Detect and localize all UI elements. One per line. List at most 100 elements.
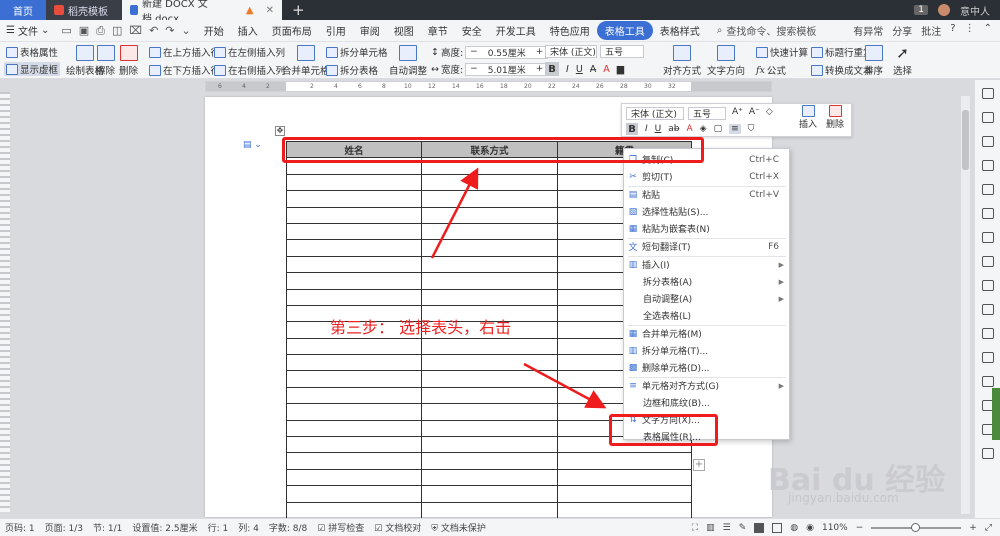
image-icon[interactable] xyxy=(982,376,994,387)
globe-icon[interactable]: ◍ xyxy=(790,523,798,533)
focus-mode-icon[interactable]: ⛶ xyxy=(692,523,698,533)
font-color-icon[interactable]: A xyxy=(603,64,610,75)
table-cell[interactable] xyxy=(421,485,558,503)
menu-table-style[interactable]: 表格样式 xyxy=(653,23,707,38)
table-cell[interactable] xyxy=(286,288,422,306)
menu-table-tools[interactable]: 表格工具 xyxy=(596,21,653,40)
outline-view-icon[interactable] xyxy=(772,522,783,533)
table-cell[interactable] xyxy=(421,436,558,454)
grow-font-icon[interactable]: A⁺ xyxy=(732,107,743,117)
edit-icon[interactable] xyxy=(982,88,994,99)
split-cells-button[interactable]: 拆分单元格 xyxy=(326,45,388,59)
mini-bold-button[interactable]: B xyxy=(626,123,638,135)
context-menu-item[interactable]: 边框和底纹(B)... xyxy=(624,394,789,411)
table-cell[interactable] xyxy=(286,468,422,487)
page-view-icon[interactable] xyxy=(754,522,765,533)
menu-special[interactable]: 特色应用 xyxy=(543,23,597,38)
table-cell[interactable] xyxy=(557,468,692,487)
table-cell[interactable] xyxy=(286,354,422,372)
read-mode-icon[interactable]: ▥ xyxy=(706,523,715,533)
settings-icon[interactable] xyxy=(982,328,994,339)
height-input[interactable]: − 0.55厘米 + xyxy=(465,45,549,59)
sort-button[interactable]: 排序 xyxy=(864,45,883,77)
mini-border-icon[interactable]: ▢ xyxy=(714,124,723,134)
mini-italic-button[interactable]: I xyxy=(645,124,648,134)
highlight-icon[interactable]: ▆ xyxy=(617,64,624,75)
horizontal-ruler[interactable]: 6 4 2 2 4 6 8 10 12 14 16 18 20 22 24 26… xyxy=(205,81,772,92)
shrink-font-icon[interactable]: A⁻ xyxy=(749,107,760,117)
zoom-slider[interactable] xyxy=(871,522,962,532)
web-layout-icon[interactable]: ☰ xyxy=(723,523,731,533)
insert-col-right-button[interactable]: 在右侧插入列 xyxy=(214,63,285,77)
table-cell[interactable] xyxy=(421,206,558,224)
context-menu-item[interactable]: ▤ 粘贴 Ctrl+V xyxy=(624,186,789,203)
avatar[interactable] xyxy=(938,4,950,16)
status-section[interactable]: 节: 1/1 xyxy=(88,521,127,534)
vertical-scrollbar[interactable] xyxy=(961,96,970,514)
mini-font-color-icon[interactable]: A xyxy=(686,124,692,134)
sync-status[interactable]: 有异常 xyxy=(853,23,883,38)
merge-cells-button[interactable]: 合并单元格 xyxy=(282,45,330,77)
mini-insert-button[interactable]: 插入 xyxy=(799,105,817,130)
table-cell[interactable] xyxy=(421,272,558,290)
menu-page-layout[interactable]: 页面布局 xyxy=(265,23,319,38)
share-button[interactable]: 分享 xyxy=(892,23,912,38)
table-cell[interactable] xyxy=(286,501,422,519)
menu-start[interactable]: 开始 xyxy=(197,23,231,38)
tune-icon[interactable] xyxy=(982,256,994,267)
table-cell[interactable] xyxy=(286,255,422,274)
bold-button[interactable]: B xyxy=(545,62,559,76)
menu-insert[interactable]: 插入 xyxy=(231,23,265,38)
menu-section[interactable]: 章节 xyxy=(421,23,455,38)
shapes-icon[interactable] xyxy=(982,160,994,171)
status-setting[interactable]: 设置值: 2.5厘米 xyxy=(127,521,202,534)
table-row[interactable] xyxy=(286,468,692,487)
print-icon[interactable]: ⎙ xyxy=(96,24,105,38)
select-button[interactable]: ➚ 选择 xyxy=(893,45,912,77)
table-cell[interactable] xyxy=(286,173,422,192)
table-cell[interactable] xyxy=(286,190,422,208)
file-menu[interactable]: ☰ 文件 ⌄ xyxy=(0,23,55,38)
new-tab-button[interactable]: + xyxy=(282,0,315,20)
style-icon[interactable] xyxy=(982,208,994,219)
protect-status[interactable]: ⛨ 文档未保护 xyxy=(426,521,491,534)
table-cell[interactable] xyxy=(286,452,422,470)
comment-button[interactable]: 批注 xyxy=(921,23,941,38)
table-cell[interactable] xyxy=(421,255,558,274)
table-cell[interactable] xyxy=(421,239,558,257)
menu-references[interactable]: 引用 xyxy=(319,23,353,38)
quick-calc-button[interactable]: 快速计算 xyxy=(756,45,808,59)
text-box-icon[interactable] xyxy=(982,304,994,315)
underline-icon[interactable]: U xyxy=(576,64,583,75)
status-wordcount[interactable]: 字数: 8/8 xyxy=(264,521,312,534)
proofread-button[interactable]: ☑ 文档校对 xyxy=(369,521,426,534)
table-cell[interactable] xyxy=(286,386,422,405)
table-row[interactable] xyxy=(286,485,692,503)
menu-view[interactable]: 视图 xyxy=(387,23,421,38)
table-cell[interactable] xyxy=(421,468,558,487)
table-cell[interactable] xyxy=(286,403,422,421)
preview-icon[interactable]: ◫ xyxy=(112,24,122,38)
table-cell[interactable] xyxy=(286,485,422,503)
mini-font-name[interactable]: 宋体 (正文) xyxy=(626,107,684,120)
menu-review[interactable]: 审阅 xyxy=(353,23,387,38)
mini-delete-button[interactable]: 删除 xyxy=(826,105,844,130)
table-cell[interactable] xyxy=(421,501,558,519)
delete-button[interactable]: 删除 xyxy=(119,45,138,77)
format-icon[interactable] xyxy=(982,184,994,195)
mini-underline-icon[interactable]: U xyxy=(655,124,662,134)
table-cell[interactable] xyxy=(557,485,692,503)
spell-check-button[interactable]: ☑ 拼写检查 xyxy=(312,521,369,534)
context-menu-item[interactable]: 拆分表格(A) ▶ xyxy=(624,273,789,290)
table-cell[interactable] xyxy=(286,222,422,241)
context-menu-item[interactable]: 全选表格(L) xyxy=(624,307,789,324)
zoom-slider-knob[interactable] xyxy=(911,522,921,532)
zoom-in-button[interactable]: + xyxy=(969,523,977,533)
add-row-button[interactable]: + xyxy=(693,459,705,471)
insert-row-above-button[interactable]: 在上方插入行 xyxy=(149,45,220,59)
table-cell[interactable] xyxy=(421,288,558,306)
table-cell[interactable] xyxy=(286,419,422,438)
table-cell[interactable] xyxy=(421,452,558,470)
table-cell[interactable] xyxy=(557,452,692,470)
table-properties-button[interactable]: 表格属性 xyxy=(6,45,58,59)
